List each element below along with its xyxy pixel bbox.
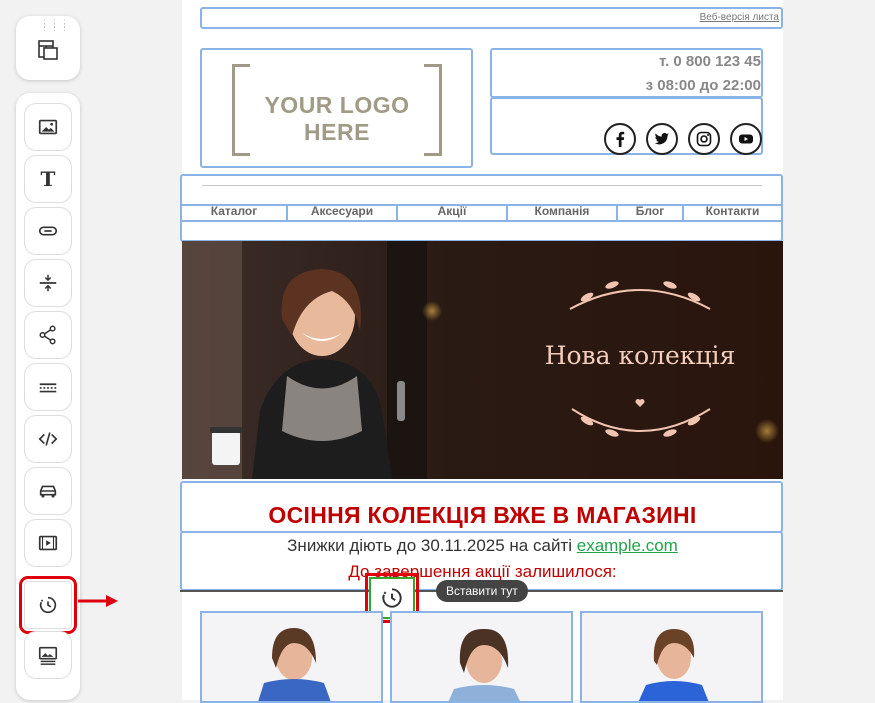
spacer-tool-icon [39,274,57,292]
button-tool-button[interactable] [24,207,72,255]
social-block[interactable] [490,97,763,155]
phone-number: т. 0 800 123 45 [659,53,761,70]
image-text-tool-icon [38,646,58,665]
banner-title: Нова колекція [544,341,736,370]
twitter-icon[interactable] [646,123,678,155]
tools-panel: T [16,93,80,700]
nav-item-accessories[interactable]: Аксесуари [288,205,398,220]
facebook-icon[interactable] [604,123,636,155]
site-link[interactable]: example.com [577,536,678,555]
video-tool-icon [38,535,58,551]
discount-text: Знижки діють до 30.11.2025 на сайті exam… [182,536,783,556]
divider-tool-icon [39,383,57,393]
social-share-tool-icon [39,325,56,345]
html-code-tool-button[interactable] [24,415,72,463]
working-hours: з 08:00 до 22:00 [645,77,761,94]
drag-grip-icon[interactable]: ⋮⋮⋮ ⋮⋮⋮ [40,19,69,32]
promo-headline: ОСІННЯ КОЛЕКЦІЯ ВЖЕ В МАГАЗИНІ [268,502,697,528]
timer-icon [382,588,402,608]
spacer-tool-button[interactable] [24,259,72,307]
product-card[interactable] [200,611,383,703]
web-version-block[interactable]: Веб-версія листа [200,7,783,29]
spacer-block[interactable] [180,220,783,242]
video-tool-button[interactable] [24,519,72,567]
image-tool-button[interactable] [24,103,72,151]
contact-block[interactable]: т. 0 800 123 45 з 08:00 до 22:00 [490,48,763,98]
timer-tool-button[interactable] [19,576,77,634]
layouts-panel: ⋮⋮⋮ ⋮⋮⋮ [16,16,80,80]
nav-item-promotions[interactable]: Акції [398,205,508,220]
car-tool-button[interactable] [24,467,72,515]
text-tool-button[interactable]: T [24,155,72,203]
annotation-arrow-icon [78,595,118,607]
divider-block[interactable] [180,174,783,206]
car-tool-icon [39,485,57,498]
product-card[interactable] [580,611,763,703]
text-tool-icon: T [40,167,56,191]
divider-tool-button[interactable] [24,363,72,411]
social-share-tool-button[interactable] [24,311,72,359]
nav-item-blog[interactable]: Блог [618,205,684,220]
instagram-icon[interactable] [688,123,720,155]
insert-here-tooltip: Вставити тут [436,580,528,602]
product-image [448,628,520,701]
button-tool-icon [38,226,58,236]
image-text-tool-button[interactable] [24,631,72,679]
logo-text: YOUR LOGO HERE [264,92,410,145]
timer-tool-icon [39,596,57,614]
product-image [638,629,709,701]
product-image [258,628,331,701]
layout-blocks-icon[interactable] [36,38,60,62]
discount-text-label: Знижки діють до 30.11.2025 на сайті [287,536,572,555]
product-card[interactable] [390,611,573,703]
divider-line [202,185,762,186]
nav-item-company[interactable]: Компанія [508,205,618,220]
html-code-tool-icon [38,432,58,446]
youtube-icon[interactable] [730,123,762,155]
image-tool-icon [38,119,58,135]
nav-item-catalog[interactable]: Каталог [182,205,288,220]
countdown-label: До завершення акції залишилося: [348,562,617,581]
web-version-link[interactable]: Веб-версія листа [700,12,779,23]
logo-block[interactable]: YOUR LOGO HERE [200,48,473,168]
logo: YOUR LOGO HERE [232,64,442,156]
nav-item-contacts[interactable]: Контакти [684,205,781,220]
hero-banner[interactable]: Нова колекція [182,241,783,479]
